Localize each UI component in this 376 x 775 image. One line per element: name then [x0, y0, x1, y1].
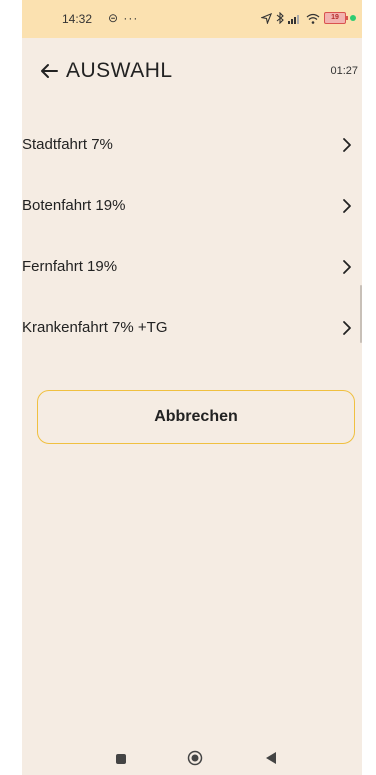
status-icons: 19: [261, 11, 356, 25]
wifi-icon: [306, 13, 320, 24]
status-time: 14:32: [62, 12, 93, 26]
list-item[interactable]: Stadtfahrt 7%: [22, 115, 362, 176]
countdown-timer: 01:27: [330, 65, 358, 77]
list-item-label: Stadtfahrt 7%: [22, 136, 113, 153]
chevron-right-icon: [343, 199, 351, 213]
location-icon: [261, 12, 272, 24]
page-title: AUSWAHL: [66, 59, 173, 82]
list-item-label: Krankenfahrt 7% +TG: [22, 319, 168, 336]
list-item[interactable]: Krankenfahrt 7% +TG: [22, 298, 362, 359]
list-item[interactable]: Botenfahrt 19%: [22, 176, 362, 237]
chevron-right-icon: [343, 138, 351, 152]
chevron-right-icon: [343, 260, 351, 274]
list-item-label: Fernfahrt 19%: [22, 258, 118, 275]
recent-apps-icon[interactable]: [116, 754, 126, 764]
scrollbar[interactable]: [360, 285, 362, 343]
home-icon[interactable]: [187, 750, 203, 766]
list-item-label: Botenfahrt 19%: [22, 197, 126, 214]
privacy-indicator-dot: [350, 15, 356, 21]
option-list: Stadtfahrt 7% Botenfahrt 19% Fernfahrt 1…: [22, 115, 362, 359]
battery-level: 19: [331, 14, 339, 21]
app-screen: 14:32 ⊝ ··· 19 AUSWAHL 01:27 Stadtfahrt …: [22, 0, 362, 775]
battery-icon: 19: [324, 12, 348, 24]
back-button[interactable]: [34, 56, 64, 86]
status-bar: 14:32 ⊝ ··· 19: [22, 0, 362, 38]
header: AUSWAHL 01:27: [22, 38, 362, 104]
list-item[interactable]: Fernfahrt 19%: [22, 237, 362, 298]
chevron-right-icon: [343, 321, 351, 335]
back-triangle-icon[interactable]: [265, 751, 277, 765]
bluetooth-icon: [276, 12, 284, 24]
system-nav-bar: [22, 735, 362, 775]
cancel-button[interactable]: Abbrechen: [37, 390, 355, 444]
arrow-left-icon: [41, 64, 58, 78]
signal-icon: [288, 14, 299, 24]
status-indicators: ⊝ ···: [108, 11, 139, 25]
